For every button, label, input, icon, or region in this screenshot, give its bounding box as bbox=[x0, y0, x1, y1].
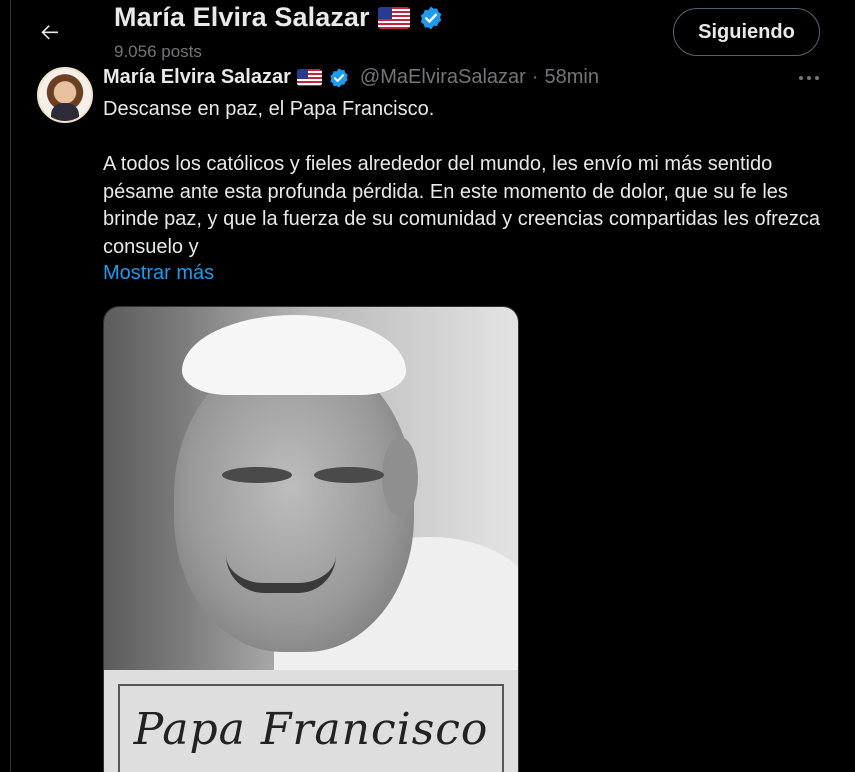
back-button[interactable] bbox=[28, 12, 72, 52]
tweet-timestamp[interactable]: 58min bbox=[544, 66, 598, 89]
media-caption-frame: Papa Francisco bbox=[118, 684, 504, 772]
separator-dot: · bbox=[531, 66, 539, 88]
column-border bbox=[10, 0, 11, 772]
verified-badge-icon bbox=[420, 6, 441, 29]
tweet-media-image[interactable]: Papa Francisco bbox=[103, 306, 519, 772]
media-caption: Papa Francisco bbox=[133, 704, 489, 755]
avatar[interactable] bbox=[37, 67, 93, 123]
show-more-link[interactable]: Mostrar más bbox=[103, 262, 214, 285]
profile-header-title: María Elvira Salazar bbox=[114, 2, 444, 33]
tweet-text-paragraph: A todos los católicos y fieles alrededor… bbox=[103, 153, 821, 258]
tweet-text: Descanse en paz, el Papa Francisco. A to… bbox=[103, 96, 833, 261]
verified-badge-icon bbox=[330, 67, 348, 88]
pope-photo bbox=[104, 307, 518, 697]
more-horizontal-icon bbox=[799, 76, 819, 80]
tweet-author-name[interactable]: María Elvira Salazar bbox=[103, 66, 291, 89]
tweet-header: María Elvira Salazar @MaElviraSalazar · … bbox=[103, 66, 599, 89]
media-caption-area: Papa Francisco bbox=[104, 670, 518, 772]
more-options-button[interactable] bbox=[794, 66, 824, 90]
screen: María Elvira Salazar 9.056 posts Siguien… bbox=[0, 0, 855, 772]
following-button[interactable]: Siguiendo bbox=[673, 8, 820, 56]
tweet-handle[interactable]: @MaElviraSalazar bbox=[360, 66, 526, 89]
us-flag-icon bbox=[296, 69, 322, 86]
arrow-left-icon bbox=[41, 25, 58, 40]
us-flag-icon bbox=[377, 6, 410, 29]
tweet-text-line: Descanse en paz, el Papa Francisco. bbox=[103, 98, 435, 120]
post-count: 9.056 posts bbox=[114, 42, 202, 61]
header-name: María Elvira Salazar bbox=[114, 2, 370, 32]
avatar-figure bbox=[51, 103, 79, 121]
